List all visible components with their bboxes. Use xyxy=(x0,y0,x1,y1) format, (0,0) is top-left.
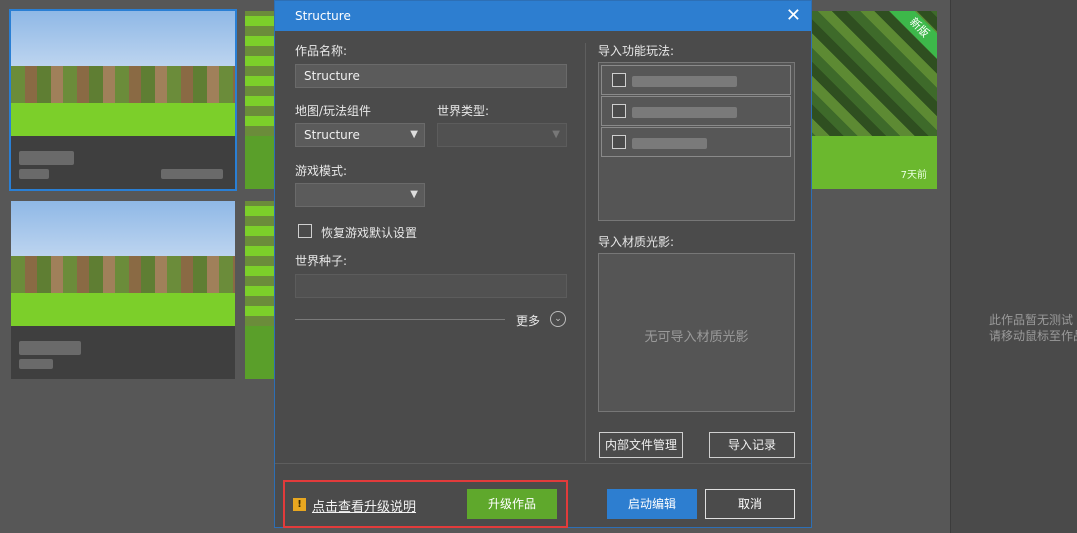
dropdown-arrow-icon: ▼ xyxy=(410,189,418,200)
import-features-list xyxy=(598,62,795,221)
list-item[interactable] xyxy=(601,65,791,95)
work-card-partial[interactable] xyxy=(245,201,275,379)
preview-hint-line1: 此作品暂无测试 xyxy=(989,313,1074,327)
list-item[interactable] xyxy=(601,96,791,126)
blurred-feature-name xyxy=(632,138,707,149)
blurred-feature-name xyxy=(632,107,737,118)
thumbnail-terrain xyxy=(11,66,235,106)
more-button[interactable]: 更多 xyxy=(516,312,540,329)
work-card[interactable] xyxy=(11,201,235,379)
feature-checkbox[interactable] xyxy=(612,104,626,118)
blurred-feature-name xyxy=(632,76,737,87)
chevron-down-icon[interactable]: ⌄ xyxy=(550,311,566,327)
restore-default-label: 恢复游戏默认设置 xyxy=(321,226,418,240)
right-preview-panel: 此作品暂无测试 请移动鼠标至作品 xyxy=(950,0,1077,533)
game-mode-select[interactable]: ▼ xyxy=(295,183,425,207)
warning-icon: ! xyxy=(293,498,306,511)
more-divider xyxy=(295,319,505,320)
import-shader-label: 导入材质光影: xyxy=(598,235,675,249)
dropdown-arrow-icon: ▼ xyxy=(410,129,418,140)
blurred-title xyxy=(19,151,74,165)
work-card-partial[interactable] xyxy=(245,11,275,189)
dialog-title: Structure xyxy=(295,9,351,23)
launch-edit-button[interactable]: 启动编辑 xyxy=(607,489,697,519)
game-mode-label: 游戏模式: xyxy=(295,164,348,178)
close-icon[interactable]: ✕ xyxy=(786,5,801,26)
thumbnail-terrain xyxy=(11,256,235,296)
blurred-meta xyxy=(161,169,223,179)
dialog-titlebar: Structure ✕ xyxy=(275,1,811,31)
feature-checkbox[interactable] xyxy=(612,73,626,87)
map-component-value: Structure xyxy=(304,128,360,142)
import-features-label: 导入功能玩法: xyxy=(598,44,675,58)
upgrade-notes-link[interactable]: 点击查看升级说明 xyxy=(312,496,416,515)
card-footer xyxy=(245,136,275,189)
world-seed-label: 世界种子: xyxy=(295,254,348,268)
preview-hint-line2: 请移动鼠标至作品 xyxy=(989,329,1077,343)
thumbnail xyxy=(245,201,275,326)
structure-dialog: Structure ✕ 作品名称: Structure 地图/玩法组件 世界类型… xyxy=(274,0,812,528)
import-shader-panel: 无可导入材质光影 xyxy=(598,253,795,412)
work-card-selected[interactable] xyxy=(9,9,237,191)
blurred-title xyxy=(19,341,81,355)
world-seed-input[interactable] xyxy=(295,274,567,298)
import-log-button[interactable]: 导入记录 xyxy=(709,432,795,458)
list-item[interactable] xyxy=(601,127,791,157)
dropdown-arrow-icon: ▼ xyxy=(552,129,560,140)
column-divider xyxy=(585,43,586,461)
card-footer xyxy=(245,326,275,379)
world-type-select[interactable]: ▼ xyxy=(437,123,567,147)
restore-default-checkbox[interactable] xyxy=(298,224,312,238)
map-component-select[interactable]: Structure ▼ xyxy=(295,123,425,147)
world-type-label: 世界类型: xyxy=(437,104,490,118)
thumbnail xyxy=(245,11,275,136)
upgrade-button[interactable]: 升级作品 xyxy=(467,489,557,519)
blurred-subtitle xyxy=(19,359,53,369)
cancel-button[interactable]: 取消 xyxy=(705,489,795,519)
preview-hint: 此作品暂无测试 请移动鼠标至作品 xyxy=(989,312,1077,344)
work-name-input[interactable]: Structure xyxy=(295,64,567,88)
thumbnail-grass xyxy=(11,293,235,326)
map-component-label: 地图/玩法组件 xyxy=(295,104,372,118)
card-footer xyxy=(812,136,937,189)
footer-divider xyxy=(275,463,811,464)
blurred-subtitle xyxy=(19,169,49,179)
work-card-new[interactable]: 新版 7天前 xyxy=(812,11,937,189)
feature-checkbox[interactable] xyxy=(612,135,626,149)
internal-files-button[interactable]: 内部文件管理 xyxy=(599,432,683,458)
work-name-label: 作品名称: xyxy=(295,44,348,58)
no-shader-text: 无可导入材质光影 xyxy=(644,330,749,345)
card-time: 7天前 xyxy=(900,170,927,181)
thumbnail-grass xyxy=(11,103,235,136)
